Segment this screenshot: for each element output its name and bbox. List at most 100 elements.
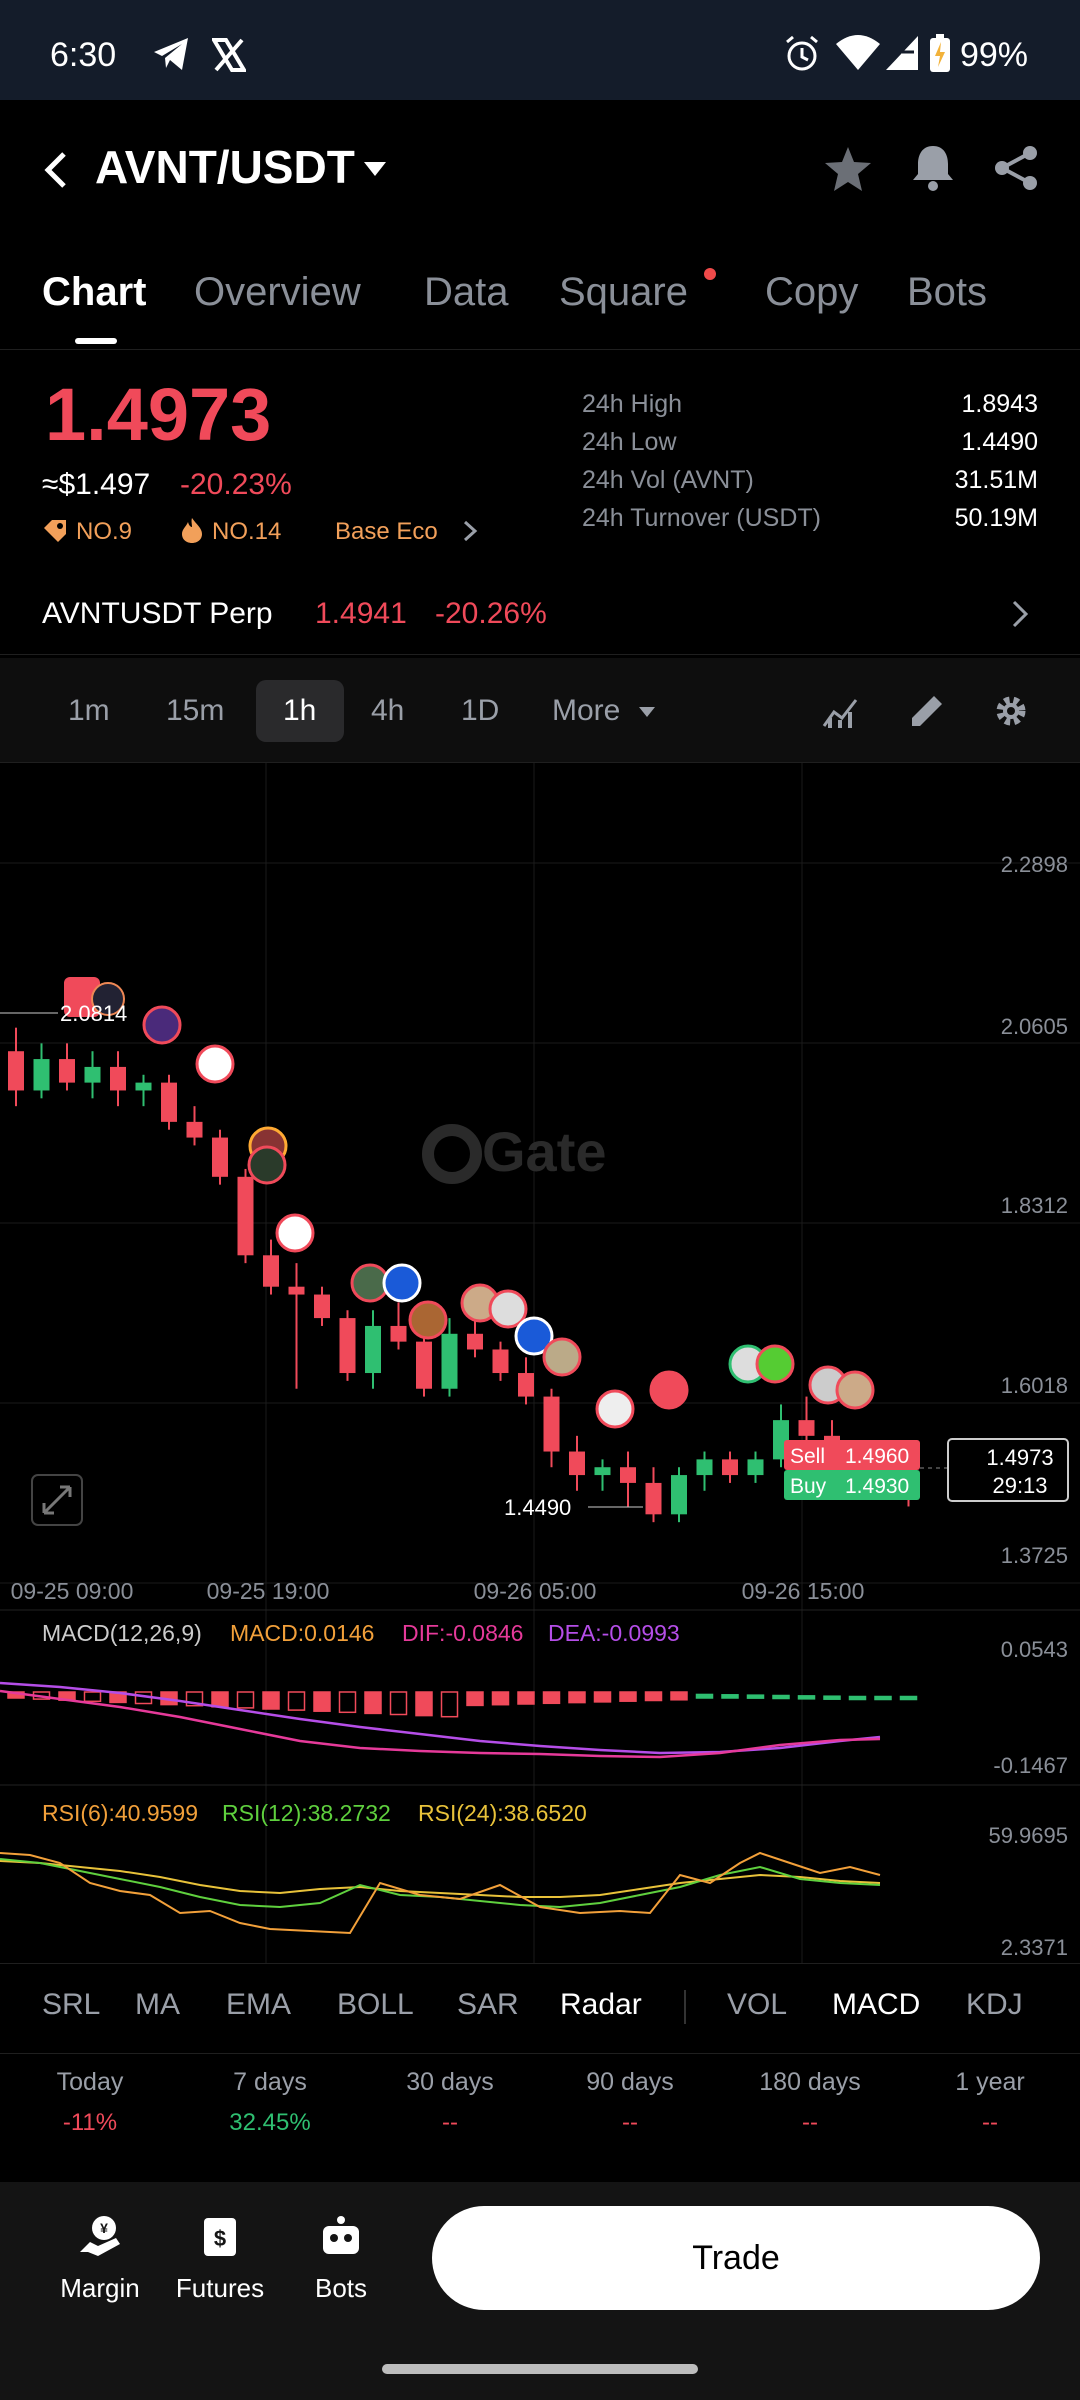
tab-square[interactable]: Square	[559, 270, 688, 315]
buy-tag[interactable]: Buy 1.4930	[784, 1470, 920, 1500]
indicator-kdj[interactable]: KDJ	[966, 1988, 1023, 2022]
perf-180days[interactable]: 180 days --	[720, 2068, 900, 2137]
candle-body	[59, 1059, 75, 1083]
high-marker: 2.0814	[0, 1001, 127, 1026]
price-chart[interactable]: Gate 2.0814 1.4490 Sell 1.4960 Buy 1.493…	[0, 763, 1080, 1963]
y-tick: 1.3725	[1001, 1543, 1068, 1568]
bell-icon[interactable]	[910, 142, 956, 192]
x-tick: 09-25 19:00	[207, 1578, 330, 1604]
signal-icon	[886, 36, 918, 70]
perf-7days[interactable]: 7 days 32.45%	[180, 2068, 360, 2137]
nav-bots-label: Bots	[314, 2273, 368, 2303]
macd-bar	[542, 1691, 561, 1705]
rank-tag-1[interactable]: NO.9	[76, 518, 132, 546]
tab-overview[interactable]: Overview	[194, 270, 361, 315]
macd-bar	[619, 1691, 637, 1702]
expand-icon[interactable]	[31, 1474, 83, 1526]
star-icon[interactable]	[822, 144, 874, 194]
perf-value: --	[802, 2109, 818, 2136]
radar-markers[interactable]	[64, 977, 875, 1429]
settings-icon[interactable]	[992, 692, 1030, 730]
radar-marker	[595, 1389, 635, 1429]
perf-1year[interactable]: 1 year --	[900, 2068, 1080, 2137]
macd-bar	[287, 1691, 306, 1711]
candle-body	[696, 1459, 713, 1476]
home-area	[0, 2337, 1080, 2400]
wifi-icon	[836, 35, 880, 70]
share-icon[interactable]	[992, 144, 1040, 192]
chevron-right-icon[interactable]	[462, 520, 478, 542]
radar-marker	[488, 1289, 528, 1329]
radar-marker	[755, 1344, 795, 1384]
perf-label: 1 year	[955, 2068, 1025, 2096]
dea-value: DEA:-0.0993	[548, 1620, 680, 1646]
indicator-radar[interactable]: Radar	[560, 1988, 642, 2022]
stat-value-low: 1.4490	[961, 428, 1038, 456]
tab-data[interactable]: Data	[424, 270, 509, 315]
pair-title[interactable]: AVNT/USDT	[95, 140, 355, 194]
margin-icon: ¥	[80, 2216, 120, 2256]
indicator-boll[interactable]: BOLL	[337, 1988, 414, 2022]
rank-tag-3[interactable]: Base Eco	[335, 518, 438, 546]
radar-marker	[542, 1337, 582, 1377]
tab-copy[interactable]: Copy	[765, 270, 858, 315]
indicator-icon[interactable]	[822, 692, 860, 730]
macd-bar	[211, 1691, 229, 1708]
rsi-y-top: 59.9695	[988, 1823, 1068, 1848]
radar-marker	[142, 1005, 182, 1045]
tab-underline	[75, 338, 117, 344]
svg-text:Buy: Buy	[790, 1475, 827, 1498]
macd-bar	[899, 1695, 918, 1701]
interval-15m[interactable]: 15m	[166, 694, 224, 728]
nav-futures[interactable]: $ Futures	[160, 2212, 280, 2304]
nav-margin-label: Margin	[60, 2273, 140, 2303]
indicator-macd[interactable]: MACD	[832, 1988, 920, 2022]
nav-futures-label: Futures	[175, 2273, 265, 2303]
svg-text:1.4490: 1.4490	[504, 1495, 571, 1520]
stat-label-vol: 24h Vol (AVNT)	[582, 466, 754, 494]
perf-label: 7 days	[233, 2068, 307, 2096]
indicator-srl[interactable]: SRL	[42, 1988, 100, 2022]
macd-bar	[721, 1694, 739, 1699]
interval-1h[interactable]: 1h	[283, 694, 316, 728]
candle-body	[237, 1176, 254, 1256]
indicator-bar: SRL MA EMA BOLL SAR Radar VOL MACD KDJ	[0, 1963, 1080, 2053]
rank-tag-2[interactable]: NO.14	[212, 518, 281, 546]
interval-1d[interactable]: 1D	[461, 694, 499, 728]
macd-bar	[83, 1691, 102, 1703]
candle-body	[441, 1333, 458, 1389]
tab-bots[interactable]: Bots	[907, 270, 987, 315]
bottom-nav: ¥ Margin $ Futures Bots Trade	[0, 2182, 1080, 2337]
nav-bots[interactable]: Bots	[281, 2212, 401, 2304]
tab-chart[interactable]: Chart	[42, 270, 146, 315]
rsi6-value: RSI(6):40.9599	[42, 1800, 198, 1826]
macd-bar	[874, 1695, 892, 1701]
candle-body	[594, 1467, 611, 1476]
home-indicator[interactable]	[382, 2364, 698, 2374]
indicator-ema[interactable]: EMA	[226, 1988, 291, 2022]
chevron-right-icon[interactable]	[1010, 599, 1030, 629]
perf-30days[interactable]: 30 days --	[360, 2068, 540, 2137]
perf-90days[interactable]: 90 days --	[540, 2068, 720, 2137]
y-tick: 2.0605	[1001, 1014, 1068, 1039]
top-bar: AVNT/USDT	[0, 100, 1080, 240]
interval-4h[interactable]: 4h	[371, 694, 404, 728]
indicator-sar[interactable]: SAR	[457, 1988, 519, 2022]
perp-row[interactable]: AVNTUSDT Perp 1.4941 -20.26%	[0, 575, 1080, 655]
nav-margin[interactable]: ¥ Margin	[40, 2212, 160, 2304]
chevron-down-icon[interactable]	[638, 706, 656, 718]
back-icon[interactable]	[42, 150, 70, 190]
radar-marker	[247, 1145, 287, 1185]
indicator-vol[interactable]: VOL	[727, 1988, 787, 2022]
sell-tag[interactable]: Sell 1.4960	[784, 1440, 920, 1470]
perf-today[interactable]: Today -11%	[0, 2068, 180, 2137]
svg-text:1.4960: 1.4960	[845, 1445, 909, 1468]
chevron-down-icon[interactable]	[362, 160, 388, 178]
draw-pen-icon[interactable]	[908, 692, 946, 730]
battery-percent: 99%	[959, 36, 1028, 74]
svg-text:1.4930: 1.4930	[845, 1475, 909, 1498]
interval-1m[interactable]: 1m	[68, 694, 110, 728]
indicator-ma[interactable]: MA	[135, 1988, 180, 2022]
trade-button[interactable]: Trade	[432, 2206, 1040, 2310]
interval-more[interactable]: More	[552, 694, 620, 728]
